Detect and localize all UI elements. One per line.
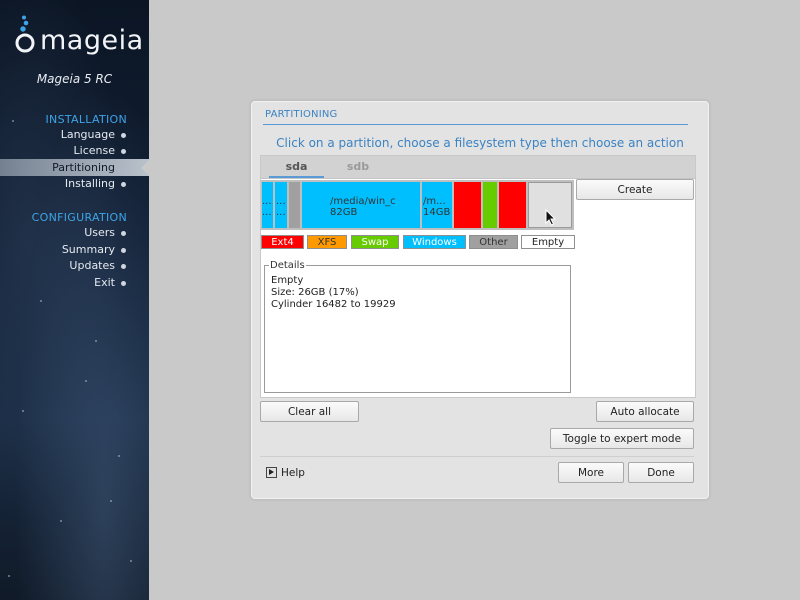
- sidebar-item-exit[interactable]: Exit: [0, 275, 149, 291]
- partition-size: 82GB: [330, 207, 358, 218]
- footer-divider: [260, 456, 694, 457]
- partition-bar: ... ... ... ... /media/win_c 82GB /m... …: [261, 180, 574, 230]
- tab-sda[interactable]: sda: [269, 156, 324, 178]
- partition-mount: ...: [276, 196, 286, 207]
- legend-ext4: Ext4: [261, 235, 304, 249]
- details-type: Empty: [271, 275, 304, 286]
- more-button[interactable]: More: [558, 462, 624, 483]
- configuration-section-title: CONFIGURATION: [31, 211, 127, 224]
- partition-segment[interactable]: [499, 182, 526, 228]
- sidebar-item-users[interactable]: Users: [0, 225, 149, 241]
- play-icon: [266, 466, 277, 478]
- clear-all-button[interactable]: Clear all: [260, 401, 359, 422]
- legend-xfs: XFS: [307, 235, 347, 249]
- star-decoration: [8, 575, 10, 577]
- partition-segment[interactable]: ... ...: [262, 182, 273, 228]
- bullet-icon: [121, 231, 126, 236]
- star-decoration: [118, 455, 120, 457]
- partitioning-dialog: PARTITIONING Click on a partition, choos…: [251, 101, 709, 499]
- title-divider: [263, 124, 688, 125]
- bullet-icon: [121, 264, 126, 269]
- sidebar-item-partitioning[interactable]: Partitioning: [0, 159, 149, 176]
- star-decoration: [12, 120, 14, 122]
- star-decoration: [60, 520, 62, 522]
- sidebar-item-label: Updates: [69, 259, 115, 272]
- legend-empty: Empty: [521, 235, 575, 249]
- done-button[interactable]: Done: [628, 462, 694, 483]
- details-legend: Details: [269, 260, 306, 271]
- partition-mount: ...: [262, 196, 272, 207]
- sidebar-item-label: License: [73, 144, 115, 157]
- star-decoration: [110, 500, 112, 502]
- sidebar: mageia Mageia 5 RC INSTALLATION Language…: [0, 0, 149, 600]
- sidebar-item-updates[interactable]: Updates: [0, 258, 149, 274]
- sidebar-item-installing[interactable]: Installing: [0, 176, 149, 192]
- partition-mount: /media/win_c: [330, 196, 396, 207]
- partition-mount: /m...: [423, 196, 446, 207]
- details-size: Size: 26GB (17%): [271, 287, 359, 298]
- partition-segment[interactable]: /m... 14GB: [422, 182, 452, 228]
- sidebar-item-label: Exit: [94, 276, 115, 289]
- product-name: Mageia 5 RC: [36, 72, 113, 86]
- legend-other: Other: [469, 235, 518, 249]
- bullet-icon: [121, 248, 126, 253]
- partition-segment[interactable]: ... ...: [275, 182, 287, 228]
- sidebar-item-label: Language: [60, 128, 115, 141]
- sidebar-item-label: Users: [84, 226, 115, 239]
- legend-swap: Swap: [351, 235, 399, 249]
- bullet-icon: [121, 149, 126, 154]
- active-arrow-icon: [141, 159, 149, 176]
- sidebar-item-label: Summary: [61, 243, 115, 256]
- installation-section-title: INSTALLATION: [45, 113, 127, 126]
- partition-segment[interactable]: [483, 182, 497, 228]
- mouse-cursor-icon: [545, 209, 557, 226]
- bullet-icon: [121, 281, 126, 286]
- star-decoration: [130, 560, 132, 562]
- bullet-icon: [121, 133, 126, 138]
- logo-text: mageia: [40, 25, 144, 56]
- auto-allocate-button[interactable]: Auto allocate: [596, 401, 694, 422]
- sidebar-item-summary[interactable]: Summary: [0, 242, 149, 258]
- dialog-title: PARTITIONING: [265, 109, 338, 120]
- partition-size: 14GB: [423, 207, 451, 218]
- legend-windows: Windows: [403, 235, 466, 249]
- partition-segment[interactable]: /media/win_c 82GB: [302, 182, 420, 228]
- partition-size: ...: [262, 207, 272, 218]
- toggle-expert-button[interactable]: Toggle to expert mode: [550, 428, 694, 449]
- sidebar-item-label: Installing: [64, 177, 115, 190]
- help-button[interactable]: Help: [266, 465, 305, 481]
- mageia-logo: mageia: [12, 14, 144, 56]
- tab-sdb[interactable]: sdb: [333, 156, 383, 178]
- help-label: Help: [281, 467, 305, 479]
- partition-size: ...: [276, 207, 286, 218]
- star-decoration: [85, 380, 87, 382]
- sidebar-item-label: Partitioning: [52, 161, 115, 174]
- instruction-text: Click on a partition, choose a filesyste…: [276, 136, 684, 150]
- details-box: Details Empty Size: 26GB (17%) Cylinder …: [264, 261, 571, 393]
- create-button[interactable]: Create: [576, 179, 694, 200]
- partition-segment[interactable]: [454, 182, 481, 228]
- sidebar-item-language[interactable]: Language: [0, 127, 149, 143]
- details-cylinder: Cylinder 16482 to 19929: [271, 299, 396, 310]
- star-decoration: [22, 410, 24, 412]
- star-decoration: [95, 340, 97, 342]
- partition-segment[interactable]: [289, 182, 300, 228]
- mageia-logo-icon: [15, 15, 35, 53]
- star-decoration: [40, 300, 42, 302]
- sidebar-item-license[interactable]: License: [0, 143, 149, 159]
- bullet-icon: [121, 182, 126, 187]
- disk-tabs: sda sdb: [261, 156, 695, 179]
